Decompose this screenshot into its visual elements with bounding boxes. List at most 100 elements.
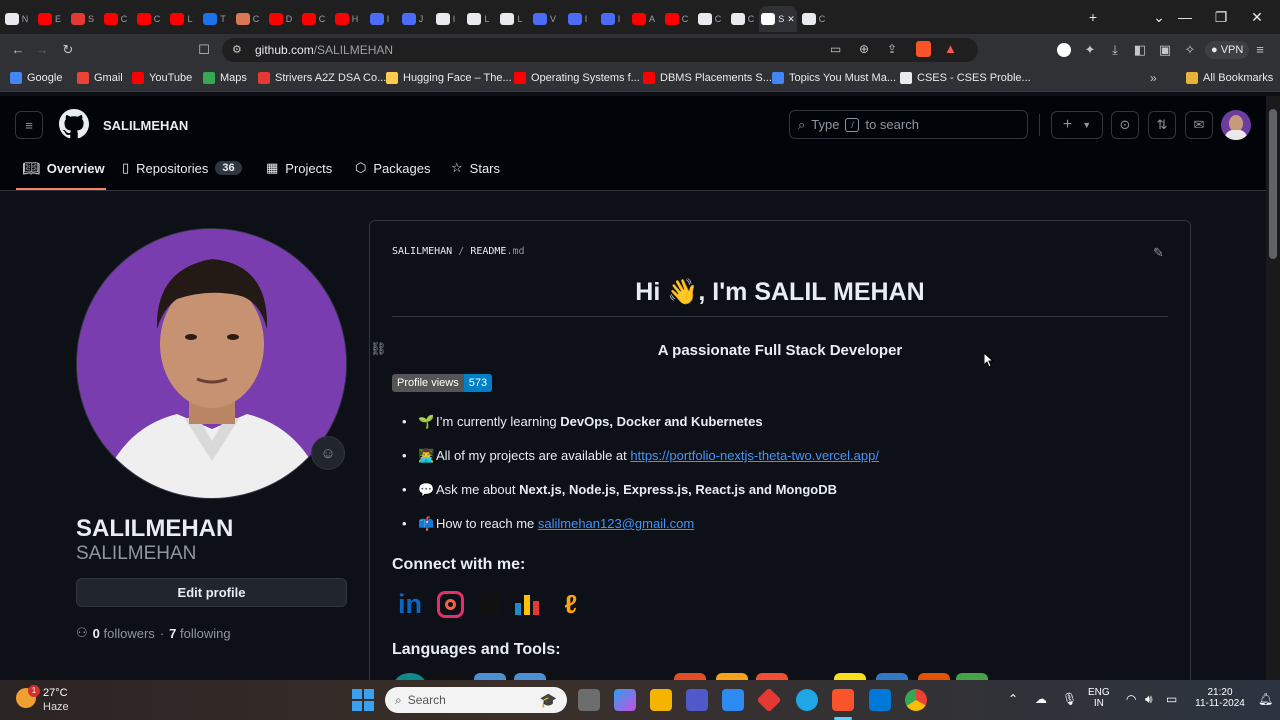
tray-overflow-icon[interactable]: ⌃ xyxy=(1008,692,1018,706)
browser-tab[interactable]: C xyxy=(660,6,693,32)
browser-tab[interactable]: C xyxy=(726,6,759,32)
pull-requests-icon[interactable]: ⇅ xyxy=(1148,111,1176,139)
store-icon[interactable] xyxy=(722,689,744,711)
edit-profile-button[interactable]: Edit profile xyxy=(76,578,347,607)
codeforces-icon[interactable] xyxy=(511,588,543,620)
browser-tab[interactable]: L xyxy=(495,6,528,32)
file-explorer-icon[interactable] xyxy=(650,689,672,711)
followers-link[interactable]: 0 followers xyxy=(93,626,155,641)
page-scrollbar[interactable] xyxy=(1266,96,1280,680)
bookmark-item[interactable]: Operating Systems f... xyxy=(514,72,640,84)
battery-icon[interactable]: ▭ xyxy=(1166,692,1177,706)
readme-owner-link[interactable]: SALILMEHAN xyxy=(392,246,452,257)
anydesk-icon[interactable] xyxy=(756,687,782,713)
edge-icon[interactable] xyxy=(796,689,818,711)
clock[interactable]: 21:20 11-11-2024 xyxy=(1190,687,1250,709)
search-input[interactable]: ⌕ Type / to search xyxy=(789,110,1028,139)
brave-icon[interactable] xyxy=(832,689,854,711)
browser-tab[interactable]: C xyxy=(231,6,264,32)
vscode-icon[interactable] xyxy=(869,689,891,711)
edit-pencil-icon[interactable]: ✎ xyxy=(1153,245,1164,261)
browser-tab[interactable]: C xyxy=(297,6,330,32)
all-bookmarks-folder[interactable]: All Bookmarks xyxy=(1186,72,1273,84)
user-avatar[interactable] xyxy=(1221,110,1251,140)
volume-icon[interactable]: 🔊︎ xyxy=(1145,692,1153,707)
task-view-icon[interactable] xyxy=(578,689,600,711)
codechef-icon[interactable] xyxy=(474,588,506,620)
address-bar[interactable]: ⚙ github.com/SALILMEHAN ▭ ⊕ ⇪ ▲ xyxy=(222,38,978,62)
browser-tab[interactable]: E xyxy=(33,6,66,32)
tab-projects[interactable]: ▦ Projects xyxy=(266,160,332,176)
sidebar-icon[interactable]: ◧ xyxy=(1132,42,1148,58)
browser-tab[interactable]: L xyxy=(462,6,495,32)
back-icon[interactable]: ← xyxy=(10,42,26,58)
bookmark-item[interactable]: CSES - CSES Proble... xyxy=(900,72,1031,84)
bookmark-item[interactable]: Google xyxy=(10,72,62,84)
browser-tab[interactable]: I xyxy=(594,6,627,32)
vpn-button[interactable]: ● VPN xyxy=(1205,41,1250,59)
bookmark-item[interactable]: Maps xyxy=(203,72,247,84)
browser-tab[interactable]: S xyxy=(66,6,99,32)
issues-icon[interactable]: ⊙ xyxy=(1111,111,1139,139)
wifi-icon[interactable]: ◠ xyxy=(1126,692,1136,706)
browser-tab[interactable]: H xyxy=(330,6,363,32)
teams-icon[interactable] xyxy=(686,689,708,711)
share-icon[interactable]: ⇪ xyxy=(887,42,897,56)
input-language[interactable]: ENG IN xyxy=(1088,687,1110,709)
reload-icon[interactable]: ↻ xyxy=(60,42,76,58)
github-logo-icon[interactable] xyxy=(59,109,89,144)
inbox-icon[interactable]: ✉ xyxy=(1185,111,1213,139)
bookmark-icon[interactable]: ☐ xyxy=(196,42,212,58)
microphone-icon[interactable]: 🎙︎ xyxy=(1062,692,1077,706)
site-info-icon[interactable]: ⚙ xyxy=(232,43,242,56)
browser-tab[interactable]: C xyxy=(693,6,726,32)
set-status-button[interactable]: ☺ xyxy=(311,436,345,470)
download-icon[interactable]: ⤓ xyxy=(1107,42,1123,58)
leetcode-icon[interactable]: ℓ xyxy=(555,588,587,620)
brave-shields-icon[interactable] xyxy=(916,41,931,57)
leo-ai-icon[interactable]: ✧ xyxy=(1182,42,1198,58)
brave-rewards-icon[interactable]: ▲ xyxy=(944,41,957,56)
tab-repositories[interactable]: ▯ Repositories 36 xyxy=(122,160,242,176)
bookmark-item[interactable]: DBMS Placements S... xyxy=(643,72,772,84)
cast-icon[interactable]: ▭ xyxy=(830,42,841,56)
copilot-icon[interactable] xyxy=(614,689,636,711)
extensions-icon[interactable]: ✦ xyxy=(1082,42,1098,58)
hamburger-menu-icon[interactable]: ≡ xyxy=(15,111,43,139)
browser-tab[interactable]: V xyxy=(528,6,561,32)
header-username[interactable]: SALILMEHAN xyxy=(103,118,188,133)
tab-overview[interactable]: 📖︎ Overview xyxy=(22,160,105,177)
bookmark-item[interactable]: Topics You Must Ma... xyxy=(772,72,896,84)
menu-icon[interactable]: ≡ xyxy=(1252,42,1268,58)
browser-tab[interactable]: D xyxy=(264,6,297,32)
browser-tab[interactable]: I xyxy=(429,6,462,32)
create-new-button[interactable]: + ▼ xyxy=(1051,111,1103,139)
new-tab-button[interactable]: + xyxy=(1083,0,1103,34)
wallet-icon[interactable]: ▣ xyxy=(1157,42,1173,58)
forward-icon[interactable]: → xyxy=(34,42,50,58)
linkedin-icon[interactable]: in xyxy=(394,588,426,620)
scrollbar-thumb[interactable] xyxy=(1269,109,1277,259)
bookmark-item[interactable]: Gmail xyxy=(77,72,123,84)
browser-tab[interactable]: C xyxy=(797,6,830,32)
onedrive-icon[interactable]: ☁ xyxy=(1035,692,1047,706)
browser-tab[interactable]: I xyxy=(561,6,594,32)
instagram-icon[interactable] xyxy=(434,588,466,620)
taskbar-search-input[interactable]: ⌕ Search 🎓 xyxy=(385,687,567,713)
chrome-icon[interactable] xyxy=(905,689,927,711)
close-tab-icon[interactable]: ✕ xyxy=(787,14,795,25)
bookmark-item[interactable]: Strivers A2Z DSA Co... xyxy=(258,72,386,84)
close-window-button[interactable]: ✕ xyxy=(1234,0,1280,34)
tab-stars[interactable]: ☆ Stars xyxy=(451,160,500,176)
browser-tab[interactable]: T xyxy=(198,6,231,32)
anchor-link-icon[interactable]: ⛓ xyxy=(370,341,387,357)
bookmark-item[interactable]: Hugging Face – The... xyxy=(386,72,512,84)
more-bookmarks-icon[interactable]: » xyxy=(1150,71,1157,85)
portfolio-link[interactable]: https://portfolio-nextjs-theta-two.verce… xyxy=(630,448,879,463)
tab-packages[interactable]: ⬡ Packages xyxy=(355,160,430,176)
browser-tab[interactable]: C xyxy=(99,6,132,32)
readme-file-link[interactable]: README.md xyxy=(470,246,524,257)
email-link[interactable]: salilmehan123@gmail.com xyxy=(538,516,694,531)
browser-tab[interactable]: S ✕ xyxy=(759,6,797,32)
profile-avatar[interactable] xyxy=(76,228,347,499)
